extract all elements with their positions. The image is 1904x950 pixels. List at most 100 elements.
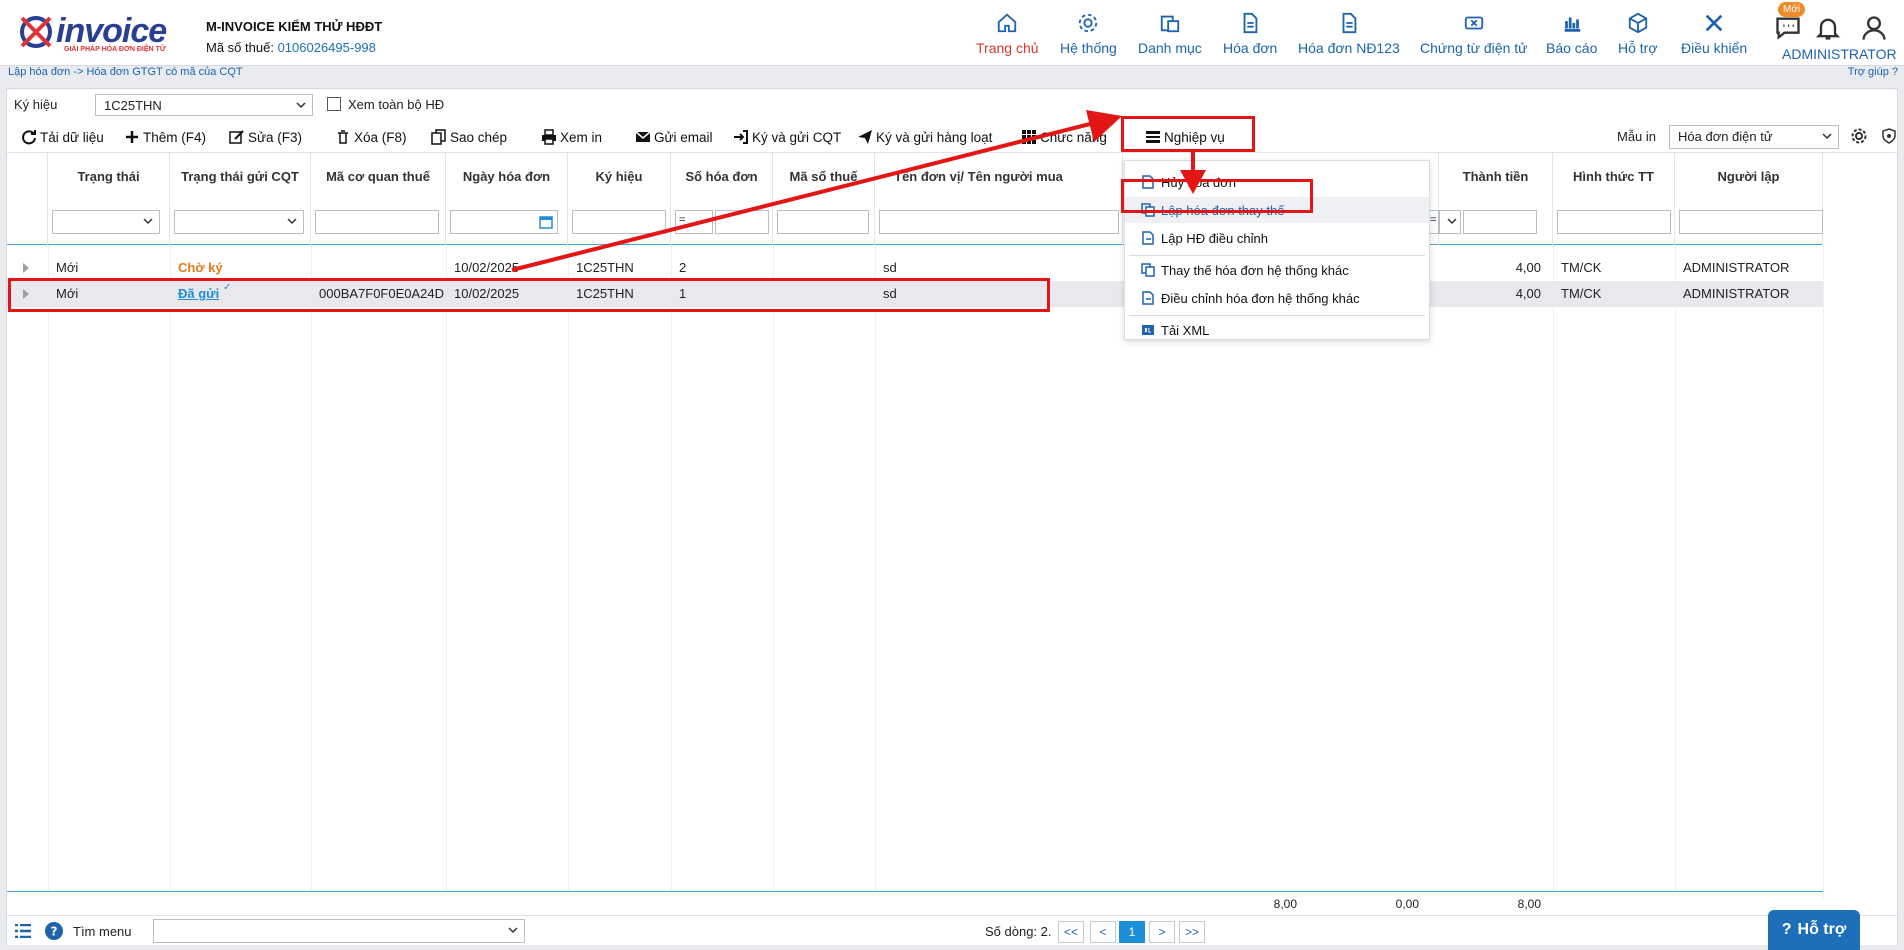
menu-adjust-invoice[interactable]: Lập HĐ điều chỉnh [1125, 225, 1429, 251]
copy-icon [431, 129, 446, 145]
col-date[interactable]: Ngày hóa đơn [446, 153, 568, 245]
cell-status: Mới [56, 260, 79, 275]
number-filter-input[interactable] [715, 210, 769, 234]
menu-list-icon[interactable] [15, 924, 31, 938]
buyer-tax-filter-input[interactable] [777, 210, 869, 234]
help-link[interactable]: Trợ giúp ? [1848, 66, 1898, 78]
nav-bao-cao[interactable]: Báo cáo [1546, 12, 1597, 64]
sign-send-button[interactable]: Ký và gửi CQT [733, 127, 841, 147]
col-tax-code[interactable]: Mã cơ quan thuế [311, 153, 446, 245]
bell-icon[interactable] [1814, 14, 1842, 42]
nav-ho-tro[interactable]: Hỗ trợ [1618, 12, 1658, 64]
nav-chung-tu-dien-tu[interactable]: Chứng từ điện tử [1420, 12, 1528, 64]
payment-filter-input[interactable] [1557, 210, 1671, 234]
col-symbol[interactable]: Ký hiệu [568, 153, 671, 245]
col-creator[interactable]: Người lập [1675, 153, 1823, 245]
bottom-bar: ? Tìm menu Số dòng: 2. << < 1 > >> [7, 915, 1897, 945]
cqt-status-filter-select[interactable] [174, 210, 304, 234]
expand-row-icon[interactable] [23, 263, 29, 273]
calendar-icon[interactable] [539, 215, 553, 229]
edit-button[interactable]: Sửa (F3) [229, 127, 302, 147]
ticket-icon [1464, 16, 1483, 30]
col-buyer-tax[interactable]: Mã số thuế [773, 153, 875, 245]
menu-download-xml[interactable]: Tải XML [1125, 317, 1429, 343]
email-button[interactable]: Gửi email [635, 127, 713, 147]
support-button[interactable]: ? Hỗ trợ [1768, 910, 1860, 950]
breadcrumb[interactable]: Lập hóa đơn -> Hóa đơn GTGT có mã của CQ… [8, 66, 243, 78]
edit-label: Sửa (F3) [248, 129, 303, 145]
menu-replace-invoice[interactable]: Lập hóa đơn thay thế [1125, 197, 1429, 223]
col-cqt-status[interactable]: Trạng thái gửi CQT [170, 153, 311, 245]
mauin-select[interactable]: Hóa đơn điện tử [1669, 125, 1839, 149]
total-operator-select[interactable]: = [1429, 210, 1439, 234]
kyhieu-select[interactable]: 1C25THN [95, 94, 313, 116]
operations-button[interactable]: Nghiệp vụ [1145, 127, 1225, 147]
menu-cancel-invoice[interactable]: Hủy hóa đơn [1125, 169, 1429, 195]
doc-cancel-icon [1142, 175, 1154, 189]
menu-label: Điều chỉnh hóa đơn hệ thống khác [1161, 290, 1360, 306]
nav-hoa-don-nd123[interactable]: Hóa đơn NĐ123 [1298, 12, 1400, 64]
document-icon [1342, 12, 1357, 34]
expand-row-icon[interactable] [23, 289, 29, 299]
next-page-button[interactable]: > [1149, 921, 1175, 943]
table-row-selected[interactable]: Mới Đã gửi ✓ 000BA7F0F0E0A24D 10/02/2025… [7, 281, 1823, 307]
date-filter-input[interactable] [450, 210, 558, 234]
xml-file-icon [1142, 325, 1154, 335]
minvoice-logo[interactable]: invoice GIẢI PHÁP HÓA ĐƠN ĐIỆN TỬ [16, 10, 181, 56]
user-name[interactable]: ADMINISTRATOR [1782, 46, 1897, 62]
menu-search-select[interactable] [153, 919, 525, 943]
cell-cqt-status[interactable]: Đã gửi [178, 286, 219, 301]
home-icon [998, 13, 1017, 33]
total-filter-input[interactable] [1463, 210, 1537, 234]
delete-button[interactable]: Xóa (F8) [335, 127, 407, 147]
nav-label: Danh mục [1138, 40, 1202, 56]
functions-button[interactable]: Chức năng [1021, 127, 1107, 147]
symbol-filter-input[interactable] [572, 210, 666, 234]
current-page-button[interactable]: 1 [1119, 921, 1145, 943]
reload-button[interactable]: Tải dữ liệu [21, 127, 104, 147]
reload-label: Tải dữ liệu [40, 129, 104, 145]
chat-icon[interactable] [1774, 14, 1802, 42]
nav-label: Báo cáo [1546, 40, 1598, 56]
col-payment[interactable]: Hình thức TT [1553, 153, 1675, 245]
sign-batch-button[interactable]: Ký và gửi hàng loạt [857, 127, 992, 147]
doc-replace-icon [1141, 263, 1155, 277]
settings-icon[interactable] [1851, 128, 1867, 144]
nav-danh-muc[interactable]: Danh mục [1138, 12, 1202, 64]
menu-adjust-other-system[interactable]: Điều chỉnh hóa đơn hệ thống khác [1125, 285, 1429, 311]
nav-hoa-don[interactable]: Hóa đơn [1223, 12, 1277, 64]
col-buyer-name[interactable]: Tên đơn vị/ Tên người mua [875, 153, 1123, 245]
menu-label: Hủy hóa đơn [1161, 174, 1237, 190]
tax-code-filter-input[interactable] [315, 210, 439, 234]
creator-filter-input[interactable] [1679, 210, 1823, 234]
nav-trang-chu[interactable]: Trang chủ [976, 12, 1039, 64]
cell-tax-code: 000BA7F0F0E0A24D [319, 286, 445, 301]
help-circle-icon[interactable]: ? [45, 922, 63, 940]
col-cqt-status-caption: Trạng thái gửi CQT [181, 169, 299, 184]
col-total[interactable]: Thành tiền [1439, 153, 1553, 245]
first-page-button[interactable]: << [1058, 921, 1084, 943]
list-icon [1146, 131, 1160, 143]
user-icon[interactable] [1860, 14, 1888, 42]
col-status-caption: Trạng thái [77, 169, 140, 184]
number-operator-select[interactable]: = [675, 210, 713, 234]
add-button[interactable]: Thêm (F4) [124, 127, 206, 147]
col-number[interactable]: Số hóa đơn = [671, 153, 773, 245]
prev-page-button[interactable]: < [1090, 921, 1116, 943]
nav-label: Hóa đơn NĐ123 [1298, 40, 1400, 56]
col-status[interactable]: Trạng thái [48, 153, 170, 245]
nav-dieu-khien[interactable]: Điều khiển [1681, 12, 1747, 64]
chevron-down-icon [143, 218, 153, 225]
kyhieu-value: 1C25THN [104, 98, 162, 113]
copy-button[interactable]: Sao chép [431, 127, 507, 147]
table-row[interactable]: Mới Chờ ký 10/02/2025 1C25THN 2 sd 4,00 … [7, 255, 1823, 281]
print-button[interactable]: Xem in [541, 127, 602, 147]
nav-he-thong[interactable]: Hệ thống [1060, 12, 1117, 64]
menu-replace-other-system[interactable]: Thay thế hóa đơn hệ thống khác [1125, 257, 1429, 283]
view-all-checkbox[interactable] [327, 97, 341, 111]
shield-settings-icon[interactable] [1881, 128, 1897, 144]
last-page-button[interactable]: >> [1179, 921, 1205, 943]
status-filter-select[interactable] [52, 210, 160, 234]
total-operator-dropdown[interactable] [1439, 210, 1461, 234]
buyer-name-filter-input[interactable] [879, 210, 1119, 234]
